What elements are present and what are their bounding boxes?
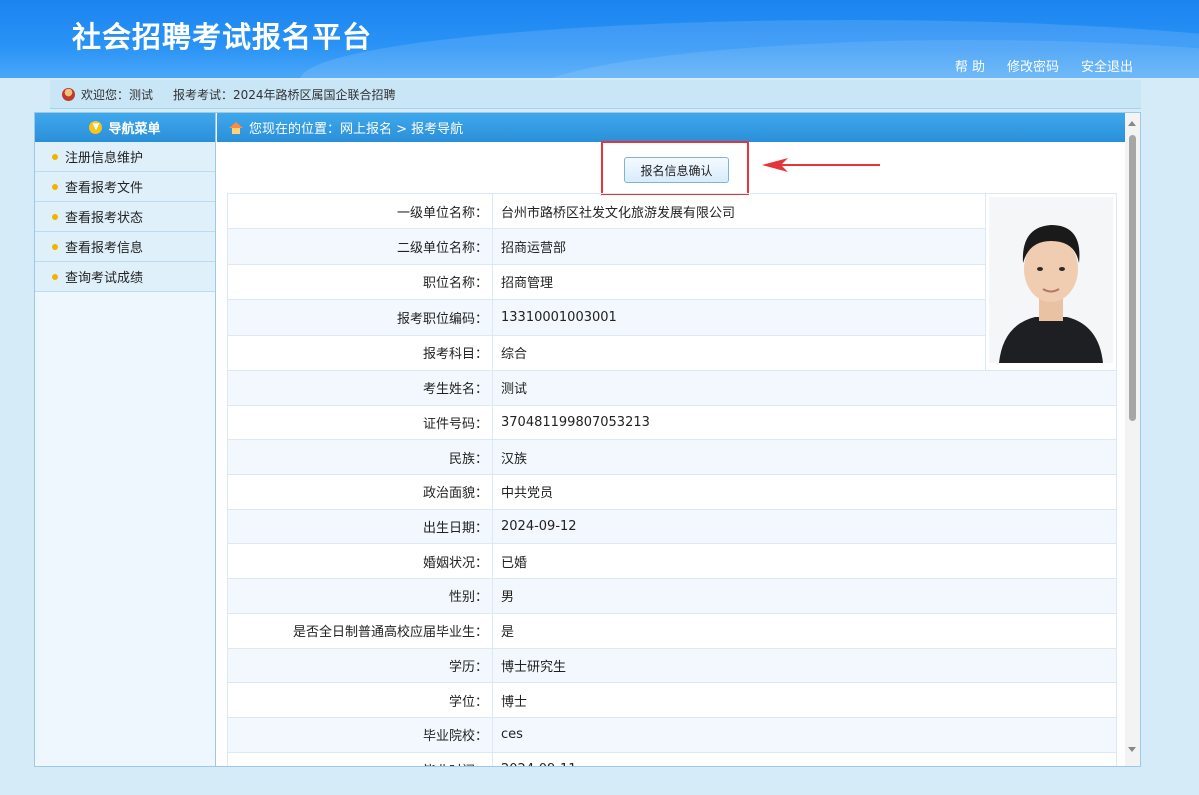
field-label: 学位： — [227, 682, 493, 718]
top-links: 帮 助 修改密码 安全退出 — [955, 56, 1133, 75]
sidebar-item-exam-scores[interactable]: 查询考试成绩 — [35, 262, 215, 292]
applicant-photo — [985, 193, 1117, 371]
field-label: 政治面貌： — [227, 474, 493, 510]
field-label: 性别： — [227, 578, 493, 614]
field-value: 男 — [492, 578, 1117, 614]
bullet-icon — [52, 214, 58, 220]
field-label: 是否全日制普通高校应届毕业生： — [227, 612, 493, 649]
site-title: 社会招聘考试报名平台 — [72, 20, 373, 54]
sidebar-item-exam-status[interactable]: 查看报考状态 — [35, 202, 215, 232]
user-icon — [62, 87, 75, 101]
highlight-box: 报名信息确认 — [601, 141, 749, 195]
field-label: 报考职位编码： — [227, 299, 493, 336]
field-label: 学历： — [227, 647, 493, 684]
table-row: 一级单位名称： 台州市路桥区社发文化旅游发展有限公司 — [227, 192, 1117, 371]
table-row: 职位名称： 招商管理 — [227, 263, 1117, 301]
field-value: 2024-09-12 — [492, 508, 1117, 545]
content-area: 您现在的位置：网上报名 > 报考导航 报名信息确认 一级单位名称： 台州市路桥区社… — [217, 113, 1127, 766]
bullet-icon — [52, 274, 58, 280]
field-value: 是 — [492, 612, 1117, 649]
field-value: 综合 — [492, 334, 986, 372]
table-row: 考生姓名： 测试 — [227, 370, 1117, 406]
table-row: 二级单位名称： 招商运营部 — [227, 228, 1117, 265]
table-row: 报考科目： 综合 — [227, 334, 1117, 372]
field-value: 博士 — [492, 682, 1117, 718]
table-row: 证件号码： 370481199807053213 — [227, 404, 1117, 441]
table-row: 性别：男 — [227, 578, 1117, 614]
bullet-icon — [52, 184, 58, 190]
sidebar-item-label: 查看报考文件 — [65, 181, 144, 196]
table-row: 毕业院校： ces — [227, 716, 1117, 753]
field-label: 毕业院校： — [227, 716, 493, 753]
bullet-icon — [52, 154, 58, 160]
portrait-icon — [989, 197, 1113, 363]
chevron-down-icon: ▼ — [89, 121, 103, 134]
pointer-arrow-icon — [762, 158, 880, 172]
welcome-bar: 欢迎您：测试 报考考试：2024年路桥区属国企联合招聘 — [50, 80, 1141, 109]
field-label: 一级单位名称： — [227, 192, 493, 230]
scroll-up-icon[interactable] — [1128, 121, 1136, 126]
sidebar-header: ▼ 导航菜单 — [35, 113, 215, 142]
logout-link[interactable]: 安全退出 — [1081, 56, 1133, 75]
field-value: 台州市路桥区社发文化旅游发展有限公司 — [492, 192, 986, 230]
field-label: 报考科目： — [227, 334, 493, 372]
field-value: 博士研究生 — [492, 647, 1117, 684]
field-value: ces — [492, 716, 1117, 753]
sidebar-item-exam-info[interactable]: 查看报考信息 — [35, 232, 215, 262]
field-value: 测试 — [492, 370, 1117, 406]
table-row: 毕业时间：2024-09-11 — [227, 751, 1117, 766]
header-banner: 社会招聘考试报名平台 帮 助 修改密码 安全退出 — [0, 0, 1199, 78]
field-value: 招商运营部 — [492, 228, 986, 265]
scrollbar-thumb[interactable] — [1129, 135, 1136, 421]
sidebar: ▼ 导航菜单 注册信息维护 查看报考文件 查看报考状态 查看报考信息 查询考试成… — [35, 113, 216, 766]
scroll-down-icon[interactable] — [1128, 747, 1136, 752]
registration-info-table: 一级单位名称： 台州市路桥区社发文化旅游发展有限公司 二级单位名称： 招商运营部 职位名… — [227, 192, 1117, 766]
table-row: 婚姻状况： 已婚 — [227, 543, 1117, 580]
table-row: 出生日期： 2024-09-12 — [227, 508, 1117, 545]
field-label: 民族： — [227, 439, 493, 476]
help-link[interactable]: 帮 助 — [955, 56, 985, 75]
sidebar-item-label: 查询考试成绩 — [65, 271, 144, 286]
vertical-scrollbar[interactable] — [1125, 113, 1140, 766]
sidebar-item-registration-info[interactable]: 注册信息维护 — [35, 142, 215, 172]
home-icon — [229, 121, 243, 134]
table-row: 报考职位编码： 13310001003001 — [227, 299, 1117, 336]
field-label: 职位名称： — [227, 263, 493, 301]
sidebar-item-label: 查看报考信息 — [65, 241, 144, 256]
field-label: 考生姓名： — [227, 370, 493, 406]
field-value: 汉族 — [492, 439, 1117, 476]
field-label: 证件号码： — [227, 404, 493, 441]
field-value: 13310001003001 — [492, 299, 986, 336]
field-label: 毕业时间： — [227, 751, 493, 766]
field-value: 中共党员 — [492, 474, 1117, 510]
field-value: 已婚 — [492, 543, 1117, 580]
field-value: 招商管理 — [492, 263, 986, 301]
field-label: 婚姻状况： — [227, 543, 493, 580]
bullet-icon — [52, 244, 58, 250]
sidebar-title: 导航菜单 — [108, 122, 161, 137]
main-frame: ▼ 导航菜单 注册信息维护 查看报考文件 查看报考状态 查看报考信息 查询考试成… — [34, 112, 1141, 767]
field-value: 2024-09-11 — [492, 751, 1117, 766]
sidebar-item-label: 注册信息维护 — [65, 151, 144, 166]
table-row: 民族： 汉族 — [227, 439, 1117, 476]
welcome-greeting: 欢迎您：测试 — [81, 87, 154, 102]
field-value: 370481199807053213 — [492, 404, 1117, 441]
change-password-link[interactable]: 修改密码 — [1007, 56, 1059, 75]
breadcrumb: 您现在的位置：网上报名 > 报考导航 — [217, 113, 1127, 142]
sidebar-item-exam-files[interactable]: 查看报考文件 — [35, 172, 215, 202]
table-row: 学位： 博士 — [227, 682, 1117, 718]
exam-name: 报考考试：2024年路桥区属国企联合招聘 — [173, 87, 396, 102]
confirm-registration-button[interactable]: 报名信息确认 — [624, 157, 729, 183]
breadcrumb-text: 您现在的位置：网上报名 > 报考导航 — [249, 122, 464, 137]
sidebar-item-label: 查看报考状态 — [65, 211, 144, 226]
table-row: 政治面貌： 中共党员 — [227, 474, 1117, 510]
field-label: 二级单位名称： — [227, 228, 493, 265]
table-row: 是否全日制普通高校应届毕业生：是 — [227, 612, 1117, 649]
field-label: 出生日期： — [227, 508, 493, 545]
table-row: 学历： 博士研究生 — [227, 647, 1117, 684]
